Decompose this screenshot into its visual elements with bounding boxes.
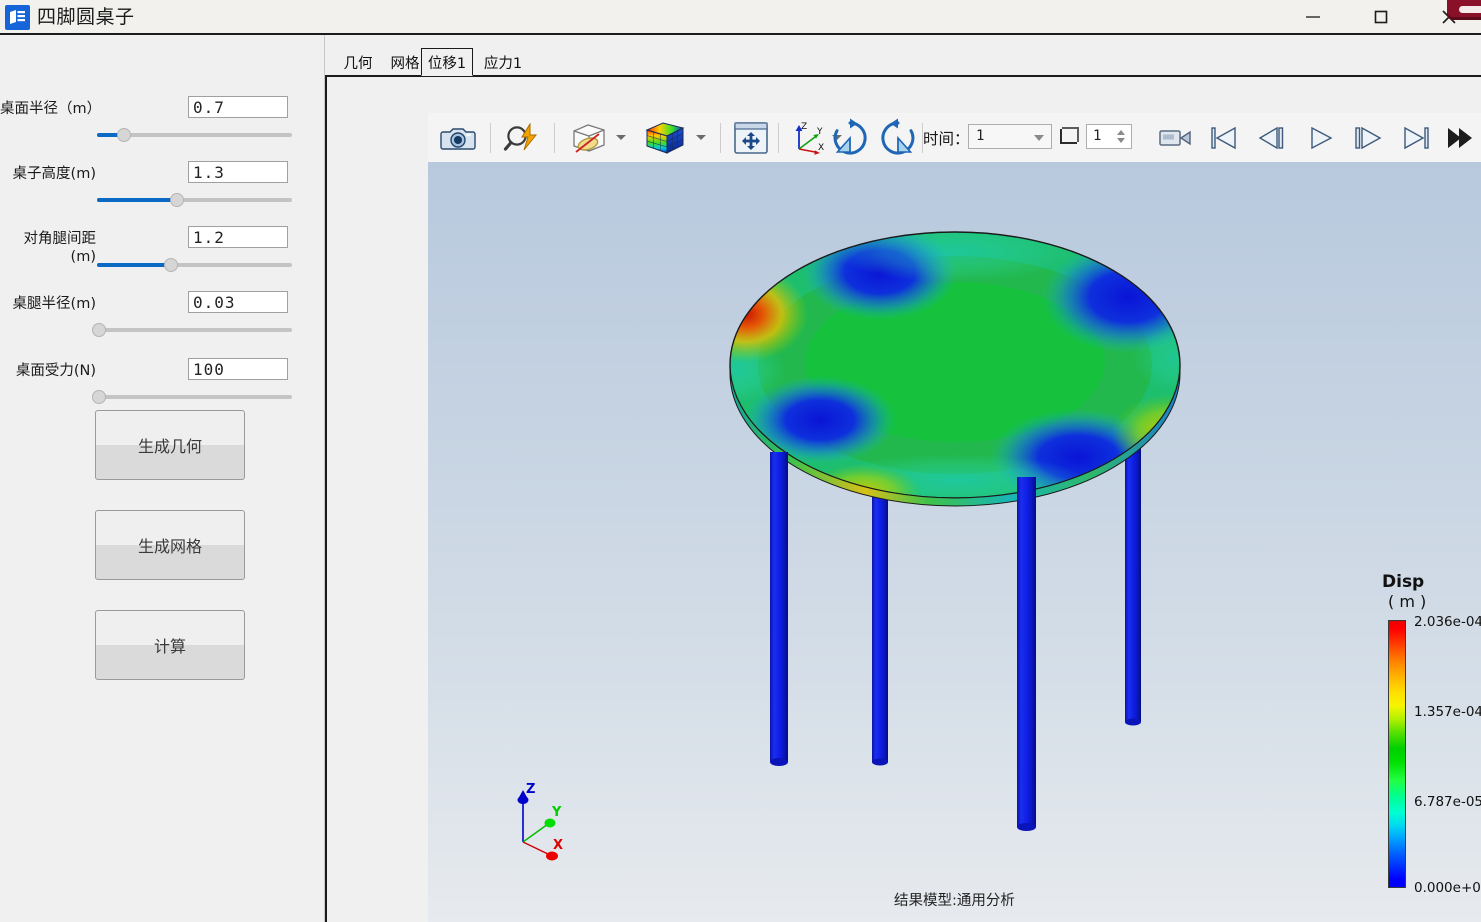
param-label: 桌子高度(m) — [12, 166, 96, 182]
tab-displacement-1[interactable]: 位移1 — [421, 48, 473, 76]
param-row-table-height: 桌子高度(m) — [0, 161, 324, 221]
legend-tick-max: 2.036e-04 — [1414, 614, 1481, 630]
slider-thumb[interactable] — [117, 128, 132, 142]
table-load-input[interactable] — [188, 358, 288, 380]
3d-viewport[interactable]: Z Y X Disp ( m ) 2.036e-04 1.357e-04 6.7… — [428, 162, 1481, 922]
parameter-panel: 桌面半径（m） 桌子高度(m) 对角腿间距(m) — [0, 35, 324, 922]
zoom-fit-icon[interactable] — [498, 118, 546, 158]
chevron-down-icon[interactable] — [616, 135, 626, 140]
y-axis-line — [522, 823, 549, 843]
table-height-slider[interactable] — [97, 193, 292, 207]
slider-thumb[interactable] — [91, 323, 106, 337]
tab-bar: 几何 网格 位移1 应力1 — [325, 48, 1481, 76]
fast-forward-icon[interactable] — [1444, 118, 1480, 158]
param-label: 桌面半径（m） — [0, 101, 102, 117]
time-value: 1 — [976, 128, 985, 144]
table-top-contour — [730, 232, 1180, 498]
svg-text:Y: Y — [551, 805, 562, 820]
tab-geometry[interactable]: 几何 — [336, 48, 380, 76]
table-leg-front-left — [770, 452, 788, 766]
rotate-cw-icon[interactable] — [826, 118, 874, 158]
window-title: 四脚圆桌子 — [37, 6, 135, 28]
axis-triad: Z Y X — [500, 778, 590, 868]
skip-to-end-icon[interactable] — [1398, 118, 1434, 158]
step-value: 1 — [1093, 128, 1102, 144]
step-forward-icon[interactable] — [1350, 118, 1386, 158]
param-row-leg-spacing: 对角腿间距(m) — [0, 226, 324, 286]
app-layers-icon — [5, 5, 30, 30]
mesh-visibility-icon[interactable] — [564, 118, 612, 158]
rotate-ccw-icon[interactable] — [874, 118, 922, 158]
leg-spacing-input[interactable] — [188, 226, 288, 248]
table-radius-input[interactable] — [188, 96, 288, 118]
minimize-button[interactable] — [1290, 0, 1336, 33]
x-axis-line — [522, 841, 551, 856]
generate-mesh-button[interactable]: 生成网格 — [95, 510, 245, 580]
spinner-down-icon[interactable] — [1117, 138, 1125, 143]
table-load-slider[interactable] — [91, 390, 292, 404]
legend-title: Disp — [1382, 572, 1425, 592]
chevron-down-icon[interactable] — [696, 135, 706, 140]
svg-text:Y: Y — [816, 127, 823, 137]
time-select[interactable]: 1 — [968, 124, 1052, 149]
legend-tick-one: 6.787e-05 — [1414, 794, 1481, 810]
param-row-table-radius: 桌面半径（m） — [0, 96, 324, 156]
param-label: 桌面受力(N) — [15, 363, 96, 379]
play-icon[interactable] — [1302, 118, 1338, 158]
svg-text:Z: Z — [526, 782, 535, 797]
slider-thumb[interactable] — [91, 390, 106, 404]
table-height-input[interactable] — [188, 161, 288, 183]
param-row-leg-radius: 桌腿半径(m) — [0, 291, 324, 351]
leg-radius-input[interactable] — [188, 291, 288, 313]
contour-cube-icon[interactable] — [638, 118, 692, 158]
pan-icon[interactable] — [728, 118, 774, 158]
tab-stress-1[interactable]: 应力1 — [479, 48, 527, 76]
table-radius-slider[interactable] — [97, 128, 292, 142]
generate-geometry-button[interactable]: 生成几何 — [95, 410, 245, 480]
param-label: 对角腿间距(m) — [23, 231, 97, 265]
svg-text:Z: Z — [801, 122, 807, 132]
skip-to-start-icon[interactable] — [1206, 118, 1242, 158]
slider-track — [97, 395, 292, 399]
step-spinner[interactable]: 1 — [1086, 124, 1132, 149]
color-legend: Disp ( m ) 2.036e-04 1.357e-04 6.787e-05… — [1382, 572, 1481, 896]
slider-fill — [97, 198, 177, 202]
compute-button[interactable]: 计算 — [95, 610, 245, 680]
svg-text:X: X — [818, 143, 824, 153]
param-label: 桌腿半径(m) — [12, 296, 96, 312]
legend-unit: ( m ) — [1388, 592, 1427, 611]
result-model-status: 结果模型:通用分析 — [894, 893, 1015, 909]
leg-spacing-slider[interactable] — [97, 258, 292, 272]
cursor-overlay — [1447, 0, 1481, 20]
application-window: 四脚圆桌子 桌面半径（m） 桌子高度(m) — [0, 0, 1481, 922]
title-bar: 四脚圆桌子 — [0, 0, 1481, 35]
chevron-down-icon — [1034, 135, 1044, 141]
slider-fill — [97, 263, 172, 267]
legend-tick-two: 1.357e-04 — [1414, 704, 1481, 720]
svg-text:X: X — [553, 838, 563, 853]
slider-thumb[interactable] — [169, 193, 184, 207]
record-video-icon[interactable] — [1156, 118, 1196, 158]
table-leg-back-right — [1125, 432, 1141, 726]
step-back-icon[interactable] — [1254, 118, 1290, 158]
table-leg-front-right — [1017, 477, 1036, 831]
slider-track — [97, 328, 292, 332]
screenshot-icon[interactable] — [434, 118, 482, 158]
time-label: 时间： — [923, 130, 970, 148]
legend-color-bar — [1388, 620, 1406, 888]
frame-corner-icon[interactable] — [1060, 127, 1079, 144]
leg-radius-slider[interactable] — [91, 323, 292, 337]
slider-thumb[interactable] — [164, 258, 179, 272]
spinner-up-icon[interactable] — [1117, 130, 1125, 135]
maximize-button[interactable] — [1358, 0, 1404, 33]
